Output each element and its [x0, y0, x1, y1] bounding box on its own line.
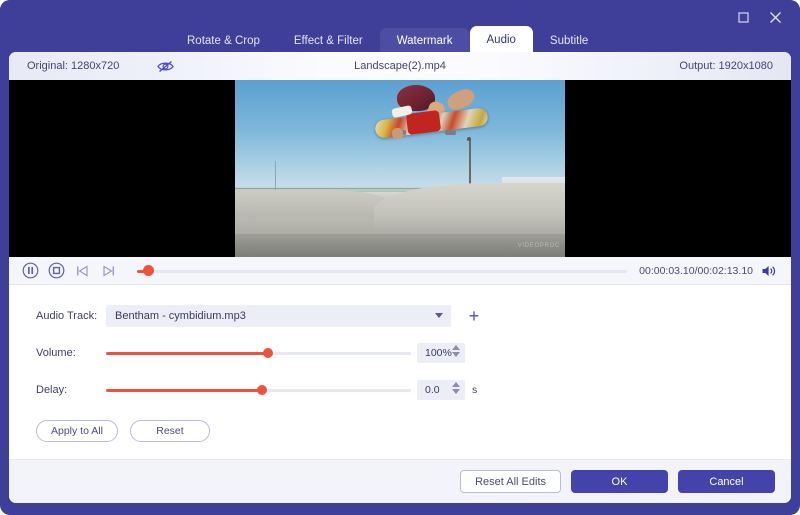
audio-track-select[interactable]: Bentham - cymbidium.mp3	[106, 305, 451, 327]
content-panel: Original: 1280x720 Landscape(2).mp4 Outp…	[9, 52, 791, 503]
maximize-button[interactable]	[732, 6, 754, 28]
delay-handle[interactable]	[257, 385, 267, 395]
seek-track	[137, 270, 627, 273]
delay-fill	[106, 389, 262, 392]
delay-slider[interactable]	[106, 380, 411, 400]
tab-watermark[interactable]: Watermark	[380, 28, 470, 54]
stepper-up-icon[interactable]	[452, 345, 460, 350]
tab-effect-filter[interactable]: Effect & Filter	[277, 28, 380, 54]
delay-label: Delay:	[36, 384, 106, 396]
delay-value: 0.0	[425, 384, 440, 396]
skateboard-truck-rear	[445, 130, 456, 135]
skater-torso	[406, 110, 441, 135]
skateboarder	[367, 85, 492, 156]
volume-label: Volume:	[36, 347, 106, 359]
reset-all-edits-button[interactable]: Reset All Edits	[460, 470, 561, 493]
stepper-down-icon[interactable]	[452, 389, 460, 394]
editor-window: Rotate & Crop Effect & Filter Watermark …	[0, 0, 800, 515]
audio-action-buttons: Apply to All Reset	[9, 420, 791, 442]
volume-stepper-arrows[interactable]	[452, 345, 460, 357]
stop-circle-icon[interactable]	[45, 260, 67, 282]
ok-button[interactable]: OK	[571, 470, 668, 493]
seek-slider[interactable]	[137, 260, 627, 282]
delay-stepper-arrows[interactable]	[452, 382, 460, 394]
audio-track-label: Audio Track:	[36, 310, 106, 322]
video-watermark: VIDEOPROC	[518, 243, 560, 249]
light-pole	[275, 161, 276, 193]
skip-forward-icon[interactable]	[97, 260, 119, 282]
plus-icon[interactable]: +	[465, 307, 483, 325]
apply-to-all-button[interactable]: Apply to All	[36, 420, 118, 442]
stepper-down-icon[interactable]	[452, 352, 460, 357]
window-controls	[732, 6, 786, 28]
volume-stepper[interactable]: 100%	[417, 343, 465, 363]
pause-circle-icon[interactable]	[19, 260, 41, 282]
audio-track-row: Audio Track: Bentham - cymbidium.mp3 +	[9, 302, 791, 330]
audio-track-value: Bentham - cymbidium.mp3	[115, 310, 246, 322]
volume-slider[interactable]	[106, 343, 411, 363]
left-ramp	[235, 190, 387, 218]
volume-value: 100%	[425, 347, 452, 359]
speaker-icon[interactable]	[761, 264, 777, 278]
volume-fill	[106, 352, 268, 355]
delay-stepper[interactable]: 0.0	[417, 380, 465, 400]
title-bar: Rotate & Crop Effect & Filter Watermark …	[0, 0, 800, 54]
volume-handle[interactable]	[263, 348, 273, 358]
output-resolution-label: Output: 1920x1080	[679, 52, 773, 80]
skater-hand	[392, 128, 403, 139]
delay-row: Delay: 0.0 s	[9, 376, 791, 404]
tab-subtitle[interactable]: Subtitle	[533, 28, 605, 54]
file-name-label: Landscape(2).mp4	[9, 52, 791, 80]
dialog-footer: Reset All Edits OK Cancel	[9, 459, 791, 503]
cancel-button[interactable]: Cancel	[678, 470, 775, 493]
player-controls-bar: 00:00:03.10/00:02:13.10	[9, 257, 791, 285]
seek-handle[interactable]	[143, 265, 154, 276]
floor-shadow	[235, 234, 565, 257]
tab-audio[interactable]: Audio	[470, 26, 533, 54]
close-button[interactable]	[764, 6, 786, 28]
chevron-down-icon[interactable]	[435, 313, 443, 318]
video-preview[interactable]: VIDEOPROC	[235, 80, 565, 257]
tab-bar: Rotate & Crop Effect & Filter Watermark …	[0, 26, 800, 54]
delay-unit-label: s	[472, 384, 477, 396]
video-stage: VIDEOPROC	[9, 80, 791, 257]
reset-button[interactable]: Reset	[130, 420, 210, 442]
tab-rotate-crop[interactable]: Rotate & Crop	[170, 28, 277, 54]
timecode-label: 00:00:03.10/00:02:13.10	[639, 265, 753, 277]
media-info-bar: Original: 1280x720 Landscape(2).mp4 Outp…	[9, 52, 791, 80]
stepper-up-icon[interactable]	[452, 382, 460, 387]
skip-back-icon[interactable]	[71, 260, 93, 282]
volume-row: Volume: 100%	[9, 339, 791, 367]
audio-settings: Audio Track: Bentham - cymbidium.mp3 + V…	[9, 285, 791, 475]
